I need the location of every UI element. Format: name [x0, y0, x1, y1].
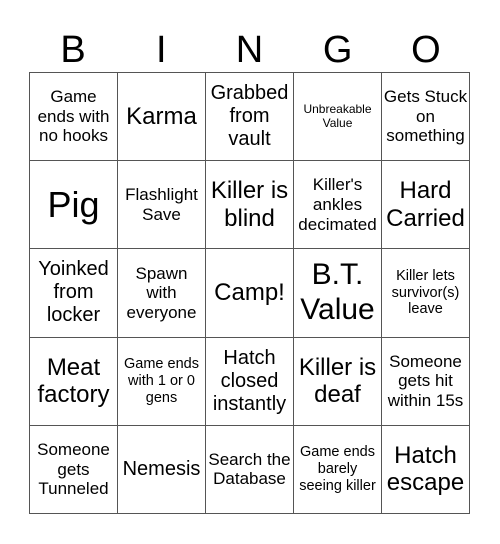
bingo-cell[interactable]: Unbreakable Value — [294, 73, 382, 162]
bingo-cell[interactable]: Killer is blind — [206, 161, 294, 250]
header-letter-g: G — [322, 29, 353, 71]
bingo-cell[interactable]: Pig — [30, 161, 118, 250]
header-letter-o: O — [411, 29, 441, 71]
cell-text: Flashlight Save — [125, 185, 198, 224]
cell-text: Gets Stuck on something — [383, 87, 468, 146]
cell-text: Someone gets hit within 15s — [387, 351, 464, 410]
cell-text: Killer is deaf — [298, 353, 377, 409]
bingo-cell[interactable]: Spawn with everyone — [118, 249, 206, 338]
bingo-cell[interactable]: Someone gets Tunneled — [30, 425, 118, 514]
cell-text: Hard Carried — [386, 177, 465, 232]
bingo-cell[interactable]: Hard Carried — [382, 161, 470, 250]
bingo-cell[interactable]: Gets Stuck on something — [382, 73, 470, 162]
bingo-cell[interactable]: B.T. Value — [294, 249, 382, 338]
cell-text: Hatch escape — [386, 441, 465, 497]
bingo-cell[interactable]: Nemesis — [118, 425, 206, 514]
cell-text: Game ends barely seeing killer — [299, 444, 376, 494]
bingo-cell[interactable]: Game ends with 1 or 0 gens — [118, 337, 206, 426]
bingo-cell[interactable]: Flashlight Save — [118, 161, 206, 250]
cell-text: Meat factory — [37, 353, 110, 409]
cell-text: B.T. Value — [300, 258, 375, 326]
cell-text: Game ends with 1 or 0 gens — [124, 356, 199, 406]
cell-text: Pig — [47, 184, 100, 226]
cell-text: Grabbed from vault — [210, 82, 289, 151]
cell-text: Yoinked from locker — [38, 258, 109, 327]
header-letter-n: N — [235, 29, 264, 71]
header-letter-b: B — [60, 29, 86, 71]
cell-text: Karma — [126, 102, 197, 130]
bingo-cell[interactable]: Karma — [118, 73, 206, 162]
bingo-cell[interactable]: Someone gets hit within 15s — [382, 337, 470, 426]
bingo-header: B I N G O — [29, 28, 470, 72]
bingo-cell[interactable]: Killer lets survivor(s) leave — [382, 249, 470, 338]
cell-text: Nemesis — [122, 457, 201, 480]
bingo-cell[interactable]: Camp! — [206, 249, 294, 338]
cell-text: Hatch closed instantly — [212, 346, 287, 415]
cell-text: Killer's ankles decimated — [298, 175, 377, 234]
cell-text: Killer is blind — [210, 177, 289, 232]
cell-text: Someone gets Tunneled — [37, 440, 110, 499]
cell-text: Unbreakable Value — [303, 101, 372, 130]
cell-text: Killer lets survivor(s) leave — [391, 267, 460, 318]
bingo-cell[interactable]: Game ends barely seeing killer — [294, 425, 382, 514]
bingo-cell[interactable]: Hatch escape — [382, 425, 470, 514]
bingo-grid: Game ends with no hooks Karma Grabbed fr… — [29, 72, 470, 514]
bingo-cell[interactable]: Yoinked from locker — [30, 249, 118, 338]
bingo-cell[interactable]: Grabbed from vault — [206, 73, 294, 162]
header-letter-i: I — [156, 29, 167, 71]
cell-text: Spawn with everyone — [126, 263, 197, 322]
bingo-cell[interactable]: Game ends with no hooks — [30, 73, 118, 162]
bingo-cell[interactable]: Hatch closed instantly — [206, 337, 294, 426]
cell-text: Camp! — [214, 279, 285, 307]
cell-text: Game ends with no hooks — [37, 87, 110, 146]
bingo-cell[interactable]: Killer's ankles decimated — [294, 161, 382, 250]
bingo-cell[interactable]: Killer is deaf — [294, 337, 382, 426]
bingo-cell[interactable]: Search the Database — [206, 425, 294, 514]
cell-text: Search the Database — [208, 449, 291, 489]
bingo-cell[interactable]: Meat factory — [30, 337, 118, 426]
